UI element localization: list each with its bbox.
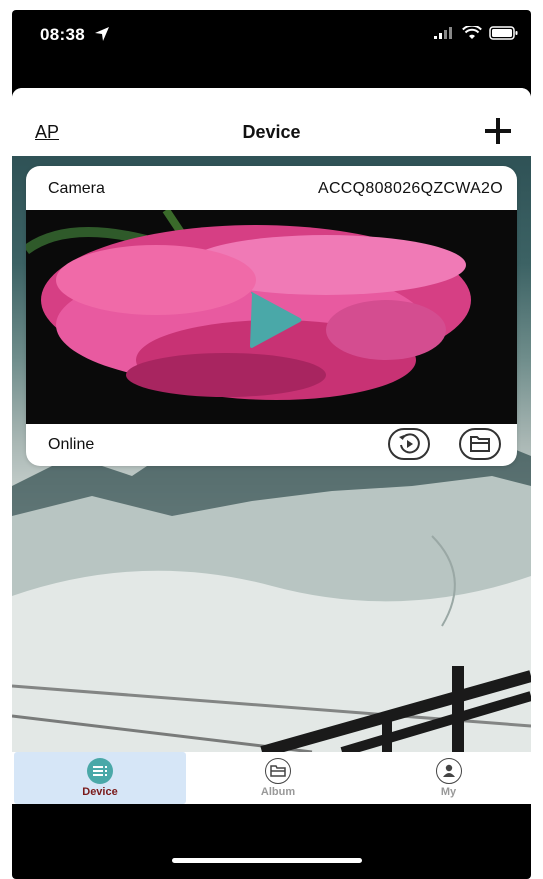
- device-card[interactable]: Camera ACCQ808026QZCWA2O Online: [26, 166, 517, 466]
- background-image: Camera ACCQ808026QZCWA2O Online: [12, 156, 531, 752]
- playback-button[interactable]: [388, 428, 430, 460]
- playback-icon: [399, 433, 420, 454]
- tab-device-label: Device: [82, 786, 118, 798]
- tab-my[interactable]: My: [368, 752, 529, 804]
- status-time: 08:38: [40, 25, 85, 44]
- battery-icon: [489, 26, 518, 40]
- page-title: Device: [242, 122, 301, 142]
- list-icon: [87, 758, 113, 784]
- folder-icon: [470, 436, 490, 452]
- device-id: ACCQ808026QZCWA2O: [317, 180, 503, 197]
- folder-icon: [265, 758, 291, 784]
- home-indicator[interactable]: [172, 858, 362, 863]
- tab-album-label: Album: [260, 786, 296, 798]
- device-name: Camera: [48, 180, 105, 197]
- status-icons: [433, 26, 519, 40]
- play-icon[interactable]: [246, 290, 306, 350]
- location-arrow-icon: [95, 27, 109, 41]
- status-bar: 08:38: [12, 10, 531, 60]
- person-icon: [435, 758, 462, 784]
- files-button[interactable]: [459, 428, 501, 460]
- connection-status: Online: [48, 436, 95, 453]
- cellular-signal-icon: [434, 27, 452, 39]
- app-container: AP Device Camera ACCQ808026QZCWA2O Onlin…: [12, 88, 531, 804]
- tab-album[interactable]: Album: [192, 752, 364, 804]
- wifi-icon: [462, 26, 482, 39]
- video-preview[interactable]: [26, 210, 517, 424]
- tab-bar: Device Album My: [12, 752, 531, 804]
- tab-my-label: My: [440, 786, 457, 798]
- add-device-button[interactable]: [485, 118, 511, 144]
- phone-screen: 08:38 AP Device Camera ACCQ808026QZCWA2O…: [12, 10, 531, 879]
- navigation-bar: AP Device: [12, 88, 531, 156]
- tab-device[interactable]: Device: [14, 752, 186, 804]
